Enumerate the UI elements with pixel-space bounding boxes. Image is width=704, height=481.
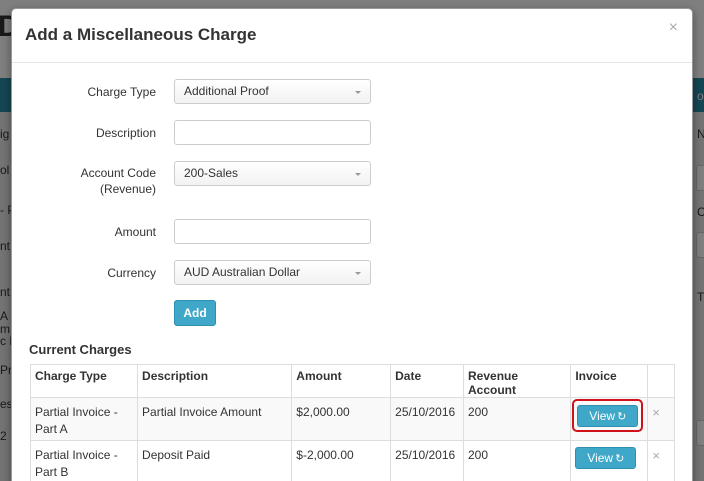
highlight-box: View ↻ bbox=[572, 399, 644, 432]
currency-select[interactable]: AUD Australian Dollar bbox=[174, 260, 371, 285]
modal-title: Add a Miscellaneous Charge bbox=[25, 25, 257, 44]
column-header-actions bbox=[647, 364, 675, 398]
chevron-down-icon bbox=[355, 91, 361, 94]
charge-type-cell: Partial Invoice - Part B bbox=[29, 440, 139, 481]
charge-type-value: Additional Proof bbox=[184, 84, 269, 98]
add-button[interactable]: Add bbox=[174, 300, 216, 326]
currency-label: Currency bbox=[107, 266, 156, 280]
view-invoice-button[interactable]: View ↻ bbox=[577, 405, 639, 427]
column-header: Invoice bbox=[570, 364, 649, 398]
current-charges-title: Current Charges bbox=[29, 342, 132, 357]
table-row: Partial Invoice - Part A Partial Invoice… bbox=[29, 397, 675, 441]
amount-label: Amount bbox=[114, 225, 156, 239]
column-header: Charge Type bbox=[29, 364, 139, 398]
account-code-value: 200-Sales bbox=[184, 166, 239, 180]
account-code-select[interactable]: 200-Sales bbox=[174, 161, 371, 186]
column-header: Description bbox=[137, 364, 293, 398]
invoice-cell: View ↻ bbox=[570, 440, 649, 481]
currency-value: AUD Australian Dollar bbox=[184, 265, 301, 279]
date-cell: 25/10/2016 bbox=[390, 397, 464, 441]
charge-type-text: Part A bbox=[35, 422, 68, 436]
external-link-icon: ↻ bbox=[615, 453, 625, 465]
charge-type-label: Charge Type bbox=[87, 85, 157, 99]
date-cell: 25/10/2016 bbox=[390, 440, 464, 481]
add-charge-modal: Add a Miscellaneous Charge × Charge Type… bbox=[11, 8, 693, 481]
description-input[interactable] bbox=[174, 120, 371, 145]
delete-icon[interactable]: × bbox=[647, 440, 675, 481]
delete-icon[interactable]: × bbox=[647, 397, 675, 441]
amount-cell: $2,000.00 bbox=[291, 397, 392, 441]
account-code-label: Account Code (Revenue) bbox=[81, 165, 156, 197]
view-label: View bbox=[587, 451, 614, 465]
chevron-down-icon bbox=[355, 173, 361, 176]
close-icon[interactable]: × bbox=[669, 19, 678, 37]
revenue-account-cell: 200 bbox=[462, 440, 572, 481]
description-label: Description bbox=[95, 126, 156, 140]
column-header: Revenue Account bbox=[462, 364, 572, 398]
invoice-cell: View ↻ bbox=[570, 397, 649, 441]
column-header: Date bbox=[390, 364, 464, 398]
charge-type-text: Part B bbox=[35, 465, 69, 479]
revenue-account-cell: 200 bbox=[462, 397, 572, 441]
charge-type-select[interactable]: Additional Proof bbox=[174, 79, 371, 104]
amount-cell: $-2,000.00 bbox=[291, 440, 392, 481]
table-row: Partial Invoice - Part B Deposit Paid $-… bbox=[29, 440, 675, 481]
modal-header: Add a Miscellaneous Charge × bbox=[12, 9, 692, 63]
column-header: Amount bbox=[291, 364, 392, 398]
external-link-icon: ↻ bbox=[617, 411, 627, 423]
charge-type-text: Partial Invoice - bbox=[35, 405, 118, 419]
charge-type-text: Partial Invoice - bbox=[35, 448, 118, 462]
table-header-row: Charge Type Description Amount Date Reve… bbox=[29, 364, 675, 398]
account-code-label-line1: Account Code bbox=[80, 166, 156, 180]
account-code-label-line2: (Revenue) bbox=[99, 182, 156, 196]
current-charges-table: Charge Type Description Amount Date Reve… bbox=[29, 364, 675, 481]
amount-input[interactable] bbox=[174, 219, 371, 244]
description-cell: Partial Invoice Amount bbox=[137, 397, 293, 441]
charge-type-cell: Partial Invoice - Part A bbox=[29, 397, 139, 441]
view-label: View bbox=[589, 409, 616, 423]
description-cell: Deposit Paid bbox=[137, 440, 293, 481]
view-invoice-button[interactable]: View ↻ bbox=[575, 447, 637, 469]
chevron-down-icon bbox=[355, 272, 361, 275]
